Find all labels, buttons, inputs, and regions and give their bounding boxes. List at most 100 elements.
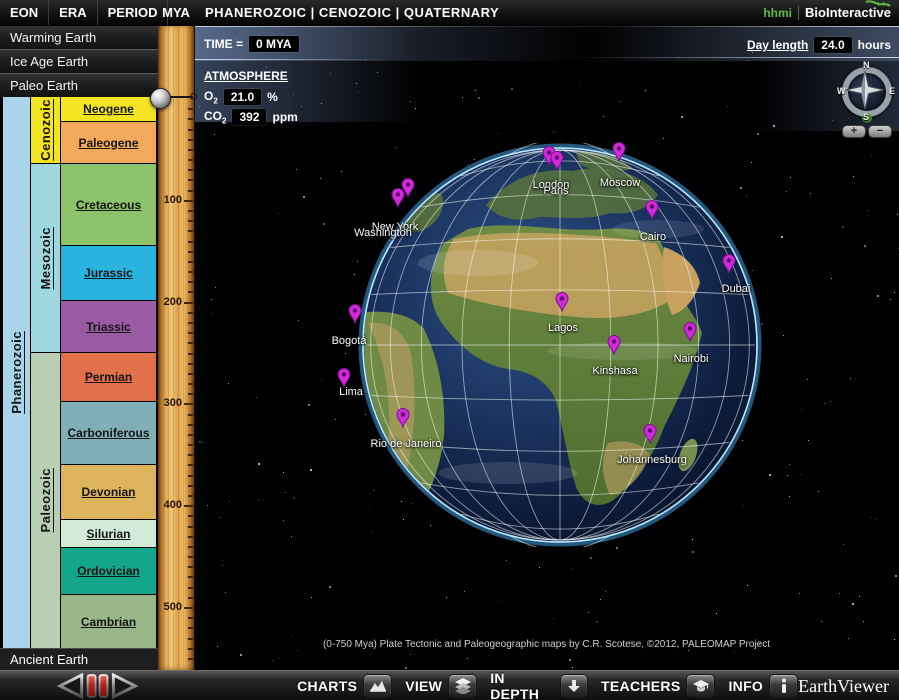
star <box>298 320 299 321</box>
ruler-tick <box>188 190 193 192</box>
menu-item-warming-earth[interactable]: Warming Earth <box>0 25 158 49</box>
star <box>831 278 832 279</box>
teachers-button[interactable]: TEACHERS <box>601 674 715 698</box>
day-length-link[interactable]: Day length <box>747 38 808 52</box>
city-pin-icon[interactable] <box>645 200 659 220</box>
star <box>681 116 683 118</box>
star <box>553 618 554 619</box>
star <box>877 295 879 297</box>
city-pin-icon[interactable] <box>348 304 362 324</box>
menu-item-ice-age-earth[interactable]: Ice Age Earth <box>0 49 158 73</box>
time-slider-endcap <box>190 93 197 100</box>
ruler-tick <box>188 495 193 497</box>
star <box>801 409 802 410</box>
earth-globe[interactable] <box>358 143 762 547</box>
star <box>853 176 854 177</box>
eon-phanerozoic[interactable]: Phanerozoic <box>3 97 30 648</box>
period-cambrian[interactable]: Cambrian <box>61 595 156 648</box>
city-pin-icon[interactable] <box>722 254 736 274</box>
day-length-readout: Day length 24.0 hours <box>747 37 891 53</box>
star <box>871 517 872 518</box>
view-button[interactable]: VIEW <box>405 674 477 698</box>
city-pin-icon[interactable] <box>391 188 405 208</box>
day-length-value: 24.0 <box>814 37 851 53</box>
tab-era[interactable]: ERA <box>49 0 97 25</box>
era-mesozoic[interactable]: Mesozoic <box>31 164 60 352</box>
star <box>212 313 213 314</box>
in-depth-button[interactable]: IN DEPTH <box>490 670 588 700</box>
period-neogene[interactable]: Neogene <box>61 97 156 121</box>
info-button[interactable]: INFO <box>728 674 798 698</box>
period-triassic[interactable]: Triassic <box>61 301 156 352</box>
earthviewer-app: EON ERA PERIOD MYA PHANEROZOIC | CENOZOI… <box>0 0 899 700</box>
time-slider-knob[interactable] <box>150 88 171 109</box>
period-devonian[interactable]: Devonian <box>61 465 156 519</box>
period-silurian[interactable]: Silurian <box>61 520 156 547</box>
star <box>308 404 310 406</box>
menu-item-ancient-earth[interactable]: Ancient Earth <box>0 648 158 670</box>
ruler-tick <box>188 159 193 161</box>
zoom-out-button[interactable]: − <box>868 125 892 138</box>
time-ruler[interactable]: 100200300400500 <box>158 25 195 670</box>
star <box>852 603 854 605</box>
star <box>799 593 800 594</box>
hhmi-biointeractive-logo[interactable]: hhmi BioInteractive <box>763 0 891 25</box>
ruler-tick <box>188 332 193 334</box>
city-pin-icon[interactable] <box>612 142 626 162</box>
star <box>303 196 305 198</box>
period-paleogene[interactable]: Paleogene <box>61 122 156 163</box>
star <box>692 551 694 553</box>
star <box>283 472 284 473</box>
ruler-tick <box>184 302 193 304</box>
star <box>790 177 791 178</box>
star <box>605 591 606 592</box>
ruler-tick <box>188 149 193 151</box>
period-ordovician[interactable]: Ordovician <box>61 548 156 594</box>
menu-item-paleo-earth[interactable]: Paleo Earth <box>0 73 158 97</box>
ruler-tick-label: 200 <box>164 296 182 308</box>
star <box>580 82 581 83</box>
compass-rose[interactable]: N E S W <box>838 63 896 121</box>
playback-controls[interactable] <box>52 673 147 699</box>
period-permian[interactable]: Permian <box>61 353 156 401</box>
star <box>219 517 220 518</box>
star <box>553 131 554 132</box>
atmosphere-link[interactable]: ATMOSPHERE <box>204 69 288 83</box>
era-paleozoic[interactable]: Paleozoic <box>31 353 60 648</box>
charts-button[interactable]: CHARTS <box>297 674 392 698</box>
ruler-tick <box>188 444 193 446</box>
zoom-in-button[interactable]: + <box>842 125 866 138</box>
ruler-tick <box>188 648 193 650</box>
star <box>734 652 735 653</box>
ruler-tick <box>188 179 193 181</box>
period-cretaceous[interactable]: Cretaceous <box>61 164 156 245</box>
ruler-tick <box>188 556 193 558</box>
city-pin-icon[interactable] <box>643 424 657 444</box>
ruler-tick <box>188 383 193 385</box>
ruler-tick <box>188 118 193 120</box>
city-pin-icon[interactable] <box>550 151 564 171</box>
ruler-tick <box>188 526 193 528</box>
period-carboniferous[interactable]: Carboniferous <box>61 402 156 464</box>
ruler-tick <box>188 627 193 629</box>
period-jurassic[interactable]: Jurassic <box>61 246 156 300</box>
ruler-tick <box>188 485 193 487</box>
city-pin-icon[interactable] <box>337 368 351 388</box>
tab-eon[interactable]: EON <box>0 0 49 25</box>
ruler-tick <box>188 515 193 517</box>
city-pin-icon[interactable] <box>555 292 569 312</box>
city-pin-icon[interactable] <box>683 322 697 342</box>
star <box>478 97 480 99</box>
city-pin-icon[interactable] <box>607 335 621 355</box>
hhmi-label: hhmi <box>763 6 792 20</box>
down-arrow-icon <box>560 674 588 698</box>
star <box>789 464 790 465</box>
o2-readout: O2 21.0 % <box>204 89 278 105</box>
star <box>600 599 601 600</box>
compass-n-label: N <box>863 60 870 70</box>
ruler-tick <box>188 424 193 426</box>
city-pin-icon[interactable] <box>396 408 410 428</box>
era-cenozoic[interactable]: Cenozoic <box>31 97 60 163</box>
star <box>283 520 284 521</box>
star <box>863 621 864 622</box>
